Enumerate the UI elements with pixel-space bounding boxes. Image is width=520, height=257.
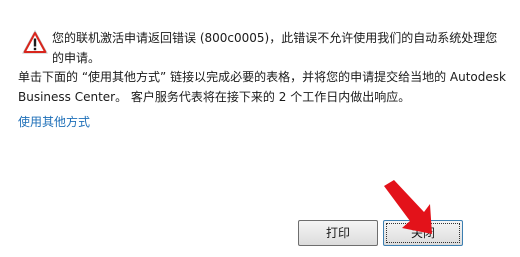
warning-icon [22, 30, 48, 54]
activation-error-dialog: 您的联机激活申请返回错误 (800c0005)，此错误不允许使用我们的自动系统处… [0, 0, 520, 257]
alternative-method-link[interactable]: 使用其他方式 [18, 114, 90, 130]
error-message-row: 您的联机激活申请返回错误 (800c0005)，此错误不允许使用我们的自动系统处… [22, 28, 502, 68]
error-message: 您的联机激活申请返回错误 (800c0005)，此错误不允许使用我们的自动系统处… [52, 31, 498, 65]
info-message: 单击下面的 “使用其他方式” 链接以完成必要的表格，并将您的申请提交给当地的 A… [18, 70, 506, 104]
close-button[interactable]: 关闭 [383, 220, 463, 246]
print-button[interactable]: 打印 [298, 220, 378, 246]
